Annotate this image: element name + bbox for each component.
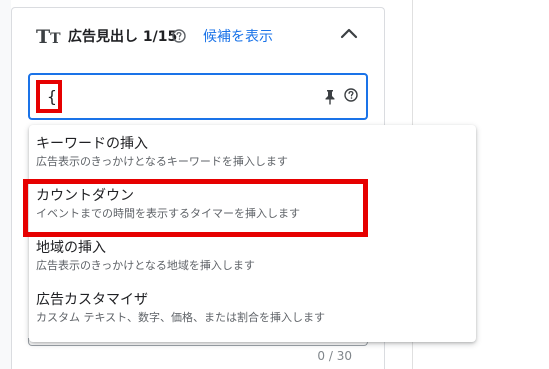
pin-icon[interactable] [324,89,336,105]
left-gutter [0,0,11,369]
ad-editor-canvas: TT 広告見出し 1/15 候補を表示 { 0 / 30 キーワードの挿入 広告… [0,0,549,369]
menu-item-title: キーワードの挿入 [36,136,148,152]
menu-item-ad-customizer[interactable]: 広告カスタマイザ カスタム テキスト、数字、価格、または割合を挿入します [29,281,476,333]
input-help-icon[interactable] [344,88,358,102]
countdown-highlight-box [23,179,368,237]
menu-item-description: 広告表示のきっかけとなる地域を挿入します [36,259,255,272]
character-counter: 0 / 30 [317,349,352,363]
show-suggestions-link[interactable]: 候補を表示 [203,28,273,46]
text-format-icon: TT [36,26,61,48]
input-highlight-box [36,80,62,113]
menu-item-description: 広告表示のきっかけとなるキーワードを挿入します [36,155,288,168]
menu-item-title: 地域の挿入 [36,240,106,256]
help-icon[interactable] [172,29,186,43]
headline-input[interactable] [28,73,368,120]
menu-item-title: 広告カスタマイザ [36,292,148,308]
headline-title: 広告見出し 1/15 [68,29,178,45]
chevron-up-icon[interactable] [337,23,361,43]
menu-item-description: カスタム テキスト、数字、価格、または割合を挿入します [36,311,325,324]
menu-item-keyword-insertion[interactable]: キーワードの挿入 広告表示のきっかけとなるキーワードを挿入します [29,125,476,177]
